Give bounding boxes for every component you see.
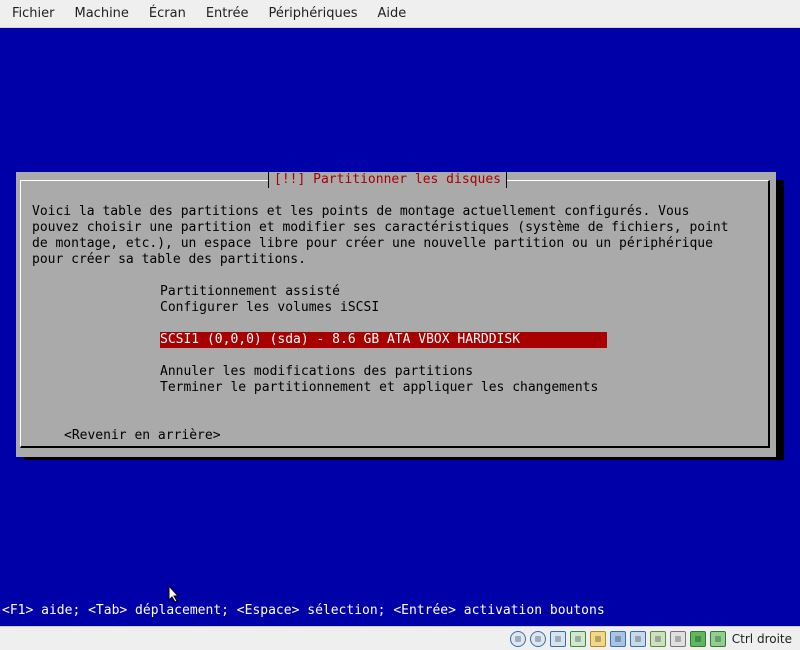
display-icon[interactable] xyxy=(609,630,626,647)
menu-bar: Fichier Machine Écran Entrée Périphériqu… xyxy=(0,0,800,28)
dialog-description: Voici la table des partitions et les poi… xyxy=(32,204,729,268)
menu-peripheriques[interactable]: Périphériques xyxy=(256,0,365,27)
description-line: Voici la table des partitions et les poi… xyxy=(32,204,690,219)
menu-ecran[interactable]: Écran xyxy=(137,0,194,27)
usb-icon[interactable] xyxy=(569,630,586,647)
go-back-button[interactable]: <Revenir en arrière> xyxy=(64,428,221,444)
option-undo-changes[interactable]: Annuler les modifications des partitions xyxy=(160,364,473,380)
dialog-title: [!!] Partitionner les disques xyxy=(268,172,507,188)
menu-fichier[interactable]: Fichier xyxy=(0,0,63,27)
help-status-line: <F1> aide; <Tab> déplacement; <Espace> s… xyxy=(2,603,605,618)
option-guided-partitioning[interactable]: Partitionnement assisté xyxy=(160,284,340,300)
option-finish-partitioning[interactable]: Terminer le partitionnement et appliquer… xyxy=(160,380,598,396)
network-icon[interactable] xyxy=(629,630,646,647)
description-line: pour créer sa table des partitions. xyxy=(32,252,306,267)
description-line: pouvez choisir une partition et modifier… xyxy=(32,220,729,235)
menu-aide[interactable]: Aide xyxy=(366,0,415,27)
mouse-integration-icon[interactable] xyxy=(689,630,706,647)
keyboard-capture-icon[interactable] xyxy=(709,630,726,647)
partition-dialog: [!!] Partitionner les disques Voici la t… xyxy=(16,172,776,457)
menu-entree[interactable]: Entrée xyxy=(194,0,257,27)
host-status-bar: Ctrl droite xyxy=(0,626,800,650)
video-capture-icon[interactable] xyxy=(649,630,666,647)
option-configure-iscsi[interactable]: Configurer les volumes iSCSI xyxy=(160,300,379,316)
description-line: de montage, etc.), un espace libre pour … xyxy=(32,236,713,251)
cpu-icon[interactable] xyxy=(669,630,686,647)
hard-disk-icon[interactable] xyxy=(529,630,546,647)
vm-screen[interactable]: [!!] Partitionner les disques Voici la t… xyxy=(0,28,800,626)
mouse-pointer-icon xyxy=(168,584,180,607)
shared-folders-icon[interactable] xyxy=(589,630,606,647)
audio-icon[interactable] xyxy=(549,630,566,647)
option-disk-sda[interactable]: SCSI1 (0,0,0) (sda) - 8.6 GB ATA VBOX HA… xyxy=(160,332,607,348)
host-key-label: Ctrl droite xyxy=(731,631,792,646)
optical-drive-icon[interactable] xyxy=(509,630,526,647)
menu-machine[interactable]: Machine xyxy=(63,0,137,27)
